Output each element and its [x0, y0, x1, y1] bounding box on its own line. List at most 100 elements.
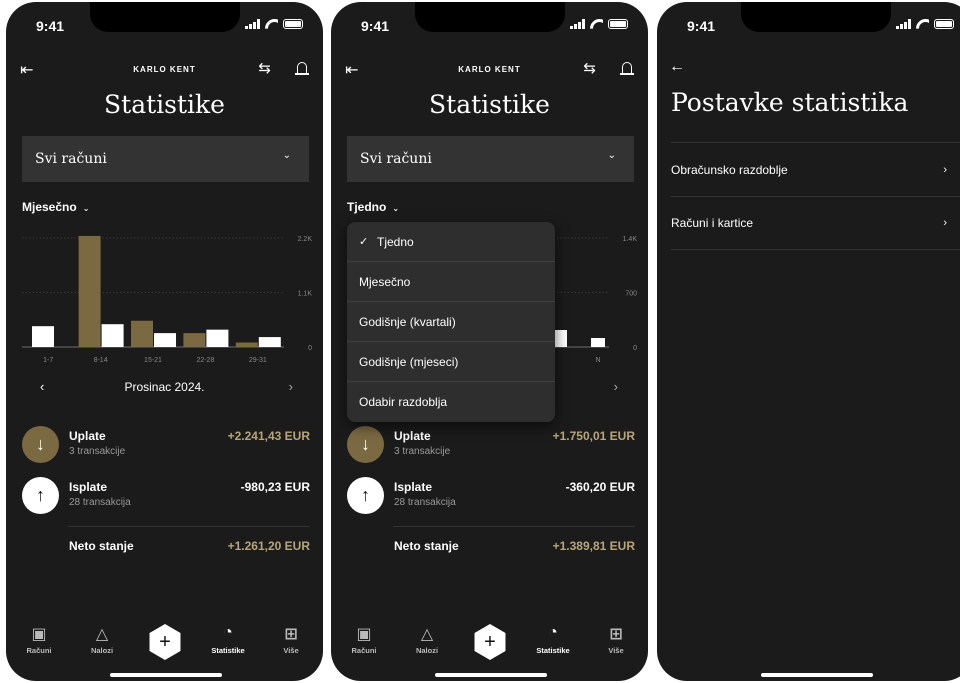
x-tick-label: 29-31 [249, 357, 267, 364]
period-select[interactable]: Mjesečno ⌄ [22, 200, 89, 214]
period-dropdown: ✓ Tjedno Mjesečno Godišnje (kvartali) God… [347, 222, 555, 422]
wifi-icon [265, 19, 278, 29]
chevron-down-icon: ⌄ [82, 204, 90, 213]
expense-amount: -360,20 EUR [565, 480, 635, 494]
bell-icon[interactable] [295, 60, 309, 76]
income-count: 3 transakcije [394, 446, 451, 457]
expense-row[interactable]: ↑ Isplate 28 transakcija -980,23 EUR [22, 477, 310, 515]
pie-chart-icon: ◔ [223, 624, 233, 641]
phone-statistics-monthly: 9:41 ⇤ KARLO KENT ⇆ Statistike Svi račun… [6, 2, 323, 681]
chevron-down-icon: ⌄ [282, 150, 291, 161]
chevron-right-icon[interactable]: › [289, 379, 293, 394]
x-tick-label: 15-21 [144, 357, 162, 364]
bell-icon[interactable] [620, 60, 634, 76]
y-tick-label: 1.1K [298, 291, 312, 298]
account-select-value: Svi računi [35, 151, 107, 167]
chart-bar-income [131, 320, 153, 347]
expense-row[interactable]: ↑ Isplate 28 transakcija -360,20 EUR [347, 477, 635, 515]
dropdown-item-tjedno[interactable]: ✓ Tjedno [347, 222, 555, 262]
home-indicator [435, 673, 547, 677]
chevron-down-icon: ⌄ [392, 204, 400, 213]
filter-icon[interactable]: ⇆ [583, 59, 596, 77]
dropdown-item-mjesecno[interactable]: Mjesečno [347, 262, 555, 302]
income-count: 3 transakcije [69, 446, 126, 457]
tab-nalozi[interactable]: △ Nalozi [77, 624, 127, 655]
tab-label: Nalozi [415, 646, 439, 655]
dropdown-item-godisnje-kvartali[interactable]: Godišnje (kvartali) [347, 302, 555, 342]
tab-nalozi[interactable]: △ Nalozi [402, 624, 452, 655]
battery-icon [283, 19, 303, 29]
net-label: Neto stanje [69, 539, 134, 553]
notch [90, 2, 240, 32]
chart-bar-expense [591, 338, 605, 347]
settings-item-obracunsko-razdoblje[interactable]: Obračunsko razdoblje › [671, 142, 960, 196]
tab-vise[interactable]: ⊞ Više [591, 624, 641, 655]
divider [393, 526, 635, 527]
arrow-down-icon: ↓ [347, 426, 384, 463]
chart-bar-income [235, 342, 258, 347]
tab-statistike[interactable]: ◔ Statistike [203, 624, 253, 655]
tab-statistike[interactable]: ◔ Statistike [528, 624, 578, 655]
dropdown-item-label: Mjesečno [359, 274, 411, 289]
account-select[interactable]: Svi računi ⌄ [347, 136, 634, 182]
period-select[interactable]: Tjedno ⌄ [347, 200, 399, 214]
stage: 9:41 ⇤ KARLO KENT ⇆ Statistike Svi račun… [0, 0, 960, 683]
status-time: 9:41 [36, 18, 65, 34]
y-tick-label: 0 [308, 345, 312, 352]
bar-chart: 2.2K 1.1K 0 1-7 8-14 15-21 22-28 29-31 [22, 222, 312, 372]
tab-label: Statistike [211, 646, 245, 655]
dropdown-item-label: Tjedno [377, 234, 414, 249]
user-name: KARLO KENT [458, 65, 521, 74]
income-row[interactable]: ↓ Uplate 3 transakcije +1.750,01 EUR [347, 426, 635, 464]
x-tick-label: 8-14 [94, 357, 108, 364]
dropdown-item-label: Godišnje (mjeseci) [359, 354, 459, 369]
tab-racuni[interactable]: ▣ Računi [339, 624, 389, 655]
signal-icon [896, 19, 911, 29]
tab-label: Više [283, 646, 299, 655]
settings-item-racuni-i-kartice[interactable]: Računi i kartice › [671, 196, 960, 250]
chart-bar-expense [101, 324, 124, 347]
chevron-right-icon[interactable]: › [614, 379, 618, 394]
notch [741, 2, 891, 32]
net-amount: +1.389,81 EUR [552, 539, 635, 553]
tab-label: Računi [351, 646, 377, 655]
phone-statistics-settings: 9:41 ← Postavke statistika Obračunsko ra… [657, 2, 960, 681]
status-icons [245, 19, 303, 29]
home-indicator [761, 673, 873, 677]
wallet-icon: ▣ [31, 626, 47, 643]
net-amount: +1.261,20 EUR [227, 539, 310, 553]
income-amount: +1.750,01 EUR [552, 429, 635, 443]
dropdown-item-godisnje-mjeseci[interactable]: Godišnje (mjeseci) [347, 342, 555, 382]
tab-racuni[interactable]: ▣ Računi [14, 624, 64, 655]
status-time: 9:41 [361, 18, 390, 34]
tab-label: Statistike [536, 646, 570, 655]
divider [68, 526, 310, 527]
page-title: Statistike [429, 90, 550, 119]
account-select-value: Svi računi [360, 151, 432, 167]
back-arrow-icon[interactable]: ← [669, 58, 685, 76]
home-indicator [110, 673, 222, 677]
tab-label: Računi [26, 646, 52, 655]
y-tick-label: 0 [633, 345, 637, 352]
expense-count: 28 transakcija [69, 497, 131, 508]
period-select-value: Tjedno [347, 200, 387, 214]
income-row[interactable]: ↓ Uplate 3 transakcije +2.241,43 EUR [22, 426, 310, 464]
y-tick-label: 700 [625, 291, 637, 298]
check-icon: ✓ [359, 236, 369, 248]
wifi-icon [916, 19, 929, 29]
grid-icon: ⊞ [609, 626, 623, 643]
tab-vise[interactable]: ⊞ Više [266, 624, 316, 655]
settings-item-label: Obračunsko razdoblje [671, 162, 788, 177]
month-label: Prosinac 2024. [124, 380, 205, 394]
phone-statistics-weekly: 9:41 ⇤ KARLO KENT ⇆ Statistike Svi račun… [331, 2, 648, 681]
chevron-down-icon: ⌄ [607, 150, 616, 161]
income-title: Uplate [394, 429, 431, 443]
notch [415, 2, 565, 32]
account-select[interactable]: Svi računi ⌄ [22, 136, 309, 182]
chevron-right-icon: › [943, 163, 947, 176]
filter-icon[interactable]: ⇆ [258, 59, 271, 77]
month-navigator: ‹ Prosinac 2024. › [22, 379, 307, 399]
y-tick-label: 2.2K [298, 236, 312, 243]
dropdown-item-odabir-razdoblja[interactable]: Odabir razdoblja [347, 382, 555, 422]
expense-title: Isplate [69, 480, 108, 494]
